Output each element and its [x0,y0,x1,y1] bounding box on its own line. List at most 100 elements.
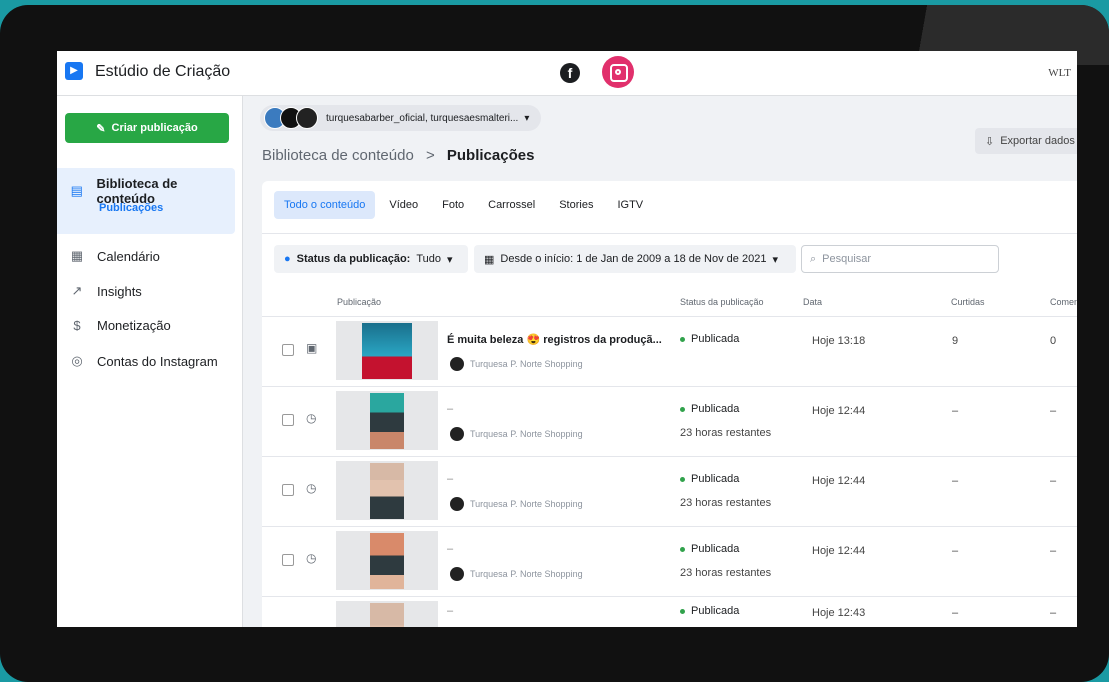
page-name: Turquesa P. Norte Shopping [470,499,583,509]
search-icon: ⌕ [810,252,817,265]
table-row[interactable]: ◷ – Turquesa P. Norte Shopping Publicada… [262,386,1077,457]
top-bar: ▶ Estúdio de Criação f WLT [57,51,1077,96]
account-avatars [264,107,318,129]
library-icon: ▤ [70,183,83,198]
post-date: Hoje 12:44 [812,545,866,557]
create-post-label: Criar publicação [111,122,198,134]
row-checkbox[interactable] [282,484,294,496]
caret-down-icon: ▾ [447,253,453,266]
facebook-icon[interactable]: f [560,63,580,83]
table-row[interactable]: ◷ – Turquesa P. Norte Shopping Publicada… [262,526,1077,597]
status-filter-label: Status da publicação: [296,253,411,265]
tab-video[interactable]: Vídeo [379,191,428,219]
post-title[interactable]: – [447,473,453,485]
tab-igtv[interactable]: IGTV [607,191,653,219]
status-badge: Publicada [680,403,739,415]
status-dot-icon [680,546,685,552]
status-text: Publicada [691,403,740,415]
date-range-label: Desde o início: 1 de Jan de 2009 a 18 de… [500,253,767,265]
post-date: Hoje 12:44 [812,405,866,417]
post-thumbnail[interactable] [336,531,438,590]
creator-studio-logo-icon: ▶ [65,62,83,80]
time-remaining: 23 horas restantes [680,427,772,439]
sidebar-item-label: Monetização [97,318,171,333]
post-title[interactable]: – [447,543,453,555]
post-page: Turquesa P. Norte Shopping [450,427,583,441]
story-timer-icon: ◷ [306,481,317,495]
column-header-comments: Comen [1050,297,1077,307]
status-dot-icon [680,608,685,614]
sidebar-item-content-library[interactable]: ▤ Biblioteca de conteúdo [57,168,235,234]
status-text: Publicada [691,473,740,485]
post-image [370,533,404,589]
account-selector[interactable]: turquesabarber_oficial, turquesaesmalter… [260,105,542,131]
tab-photo[interactable]: Foto [432,191,474,219]
date-range-filter[interactable]: ▦ Desde o início: 1 de Jan de 2009 a 18 … [474,245,796,273]
post-thumbnail[interactable] [336,461,438,520]
create-post-button[interactable]: ✎ Criar publicação [65,113,229,143]
tab-stories[interactable]: Stories [549,191,603,219]
sidebar-item-insights[interactable]: ↗ Insights [69,283,142,299]
status-filter[interactable]: ● Status da publicação: Tudo ▾ [274,245,468,273]
status-dot-icon [680,406,685,412]
column-header-post: Publicação [337,297,382,307]
post-thumbnail[interactable] [336,601,438,627]
sidebar-item-label: Insights [97,283,142,299]
time-remaining: 23 horas restantes [680,497,772,509]
search-input[interactable]: ⌕ Pesquisar [801,245,999,273]
sidebar-item-instagram-accounts[interactable]: ◎ Contas do Instagram [69,353,218,369]
post-image [370,463,404,519]
post-comments: – [1050,405,1057,417]
sidebar-item-calendar[interactable]: ▦ Calendário [69,248,160,264]
instagram-icon[interactable] [602,56,634,88]
status-text: Publicada [691,333,740,345]
table-row[interactable]: ◷ – Turquesa P. Norte Shopping Publicada… [262,456,1077,527]
column-header-status: Status da publicação [680,297,764,307]
divider [262,233,1077,234]
post-thumbnail[interactable] [336,391,438,450]
search-placeholder: Pesquisar [822,253,872,265]
post-date: Hoje 12:43 [812,607,866,619]
status-text: Publicada [691,605,740,617]
export-data-button[interactable]: ⇩ Exportar dados [975,128,1077,154]
post-title[interactable]: É muita beleza 😍 registros da produçã... [447,333,662,346]
breadcrumb: Biblioteca de conteúdo > Publicações [262,147,534,164]
table-row[interactable]: ▣ É muita beleza 😍 registros da produçã.… [262,316,1077,387]
edit-icon: ✎ [96,122,106,135]
post-thumbnail[interactable] [336,321,438,380]
row-checkbox[interactable] [282,414,294,426]
export-data-label: Exportar dados [1000,135,1075,147]
post-image [370,603,404,627]
status-filter-value: Tudo [416,253,442,265]
row-checkbox[interactable] [282,554,294,566]
sidebar-subitem-posts[interactable]: Publicações [99,202,163,214]
sidebar-item-label: Contas do Instagram [97,353,218,369]
sidebar-item-label: Calendário [97,248,160,264]
page-avatar [450,357,464,371]
post-likes: – [952,405,959,417]
account-selector-label: turquesabarber_oficial, turquesaesmalter… [326,112,519,124]
post-likes: – [952,607,959,619]
post-title[interactable]: – [447,605,453,617]
tab-carousel[interactable]: Carrossel [478,191,545,219]
post-comments: – [1050,545,1057,557]
table-row[interactable]: – Publicada Hoje 12:43 – – [262,596,1077,627]
brand-mark: WLT [1048,67,1071,79]
post-page: Turquesa P. Norte Shopping [450,497,583,511]
post-date: Hoje 12:44 [812,475,866,487]
post-likes: – [952,475,959,487]
download-icon: ⇩ [985,135,995,148]
avatar [296,107,318,129]
screen: ▶ Estúdio de Criação f WLT ✎ Criar publi… [57,51,1077,627]
row-checkbox[interactable] [282,344,294,356]
caret-down-icon: ▾ [772,253,778,266]
status-dot-icon: ● [284,253,291,265]
post-page: Turquesa P. Norte Shopping [450,357,583,371]
post-comments: – [1050,475,1057,487]
post-title[interactable]: – [447,403,453,415]
status-text: Publicada [691,543,740,555]
sidebar-item-monetization[interactable]: $ Monetização [69,318,171,333]
tab-all-content[interactable]: Todo o conteúdo [274,191,376,219]
content-card: Todo o conteúdo Vídeo Foto Carrossel Sto… [262,181,1077,627]
breadcrumb-parent[interactable]: Biblioteca de conteúdo [262,147,414,164]
